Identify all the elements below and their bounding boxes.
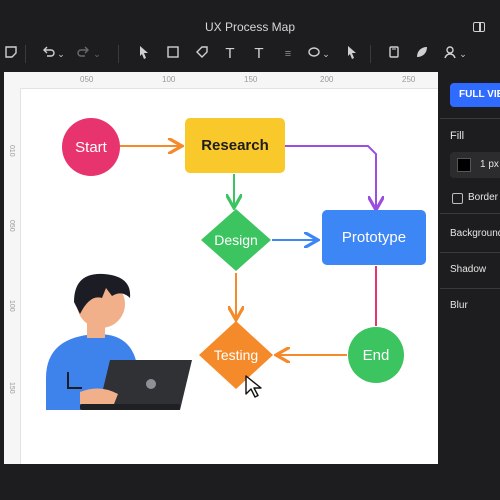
node-end-label: End xyxy=(362,346,390,364)
cursor-icon xyxy=(245,375,262,398)
node-prototype-label: Prototype xyxy=(341,229,407,246)
node-research-label: Research xyxy=(201,137,269,154)
node-start-label: Start xyxy=(75,138,107,156)
background-label[interactable]: Background xyxy=(450,228,500,239)
bottom-bar xyxy=(0,466,500,500)
fill-label: Fill xyxy=(450,130,465,142)
node-prototype[interactable]: Prototype xyxy=(322,210,426,265)
border-checkbox[interactable] xyxy=(452,193,463,204)
blur-label[interactable]: Blur xyxy=(450,300,468,311)
connector-research-prototype xyxy=(285,145,376,208)
node-research[interactable]: Research xyxy=(185,118,285,173)
stroke-width-value: 1 px xyxy=(480,159,499,170)
node-end[interactable]: End xyxy=(348,327,404,383)
panel-divider xyxy=(440,288,500,289)
panel-divider xyxy=(440,252,500,253)
shadow-label[interactable]: Shadow xyxy=(450,264,486,275)
panel-divider xyxy=(440,213,500,214)
full-view-button[interactable]: FULL VIEW xyxy=(450,83,500,107)
panel-divider xyxy=(440,118,500,119)
border-label: Border xyxy=(468,192,499,203)
person-with-laptop-illustration xyxy=(46,273,192,410)
node-start[interactable]: Start xyxy=(62,118,120,176)
node-design-label: Design xyxy=(214,232,258,248)
node-testing-label: Testing xyxy=(213,347,259,363)
node-design[interactable]: Design xyxy=(200,208,272,272)
fill-color-swatch[interactable] xyxy=(457,158,471,172)
